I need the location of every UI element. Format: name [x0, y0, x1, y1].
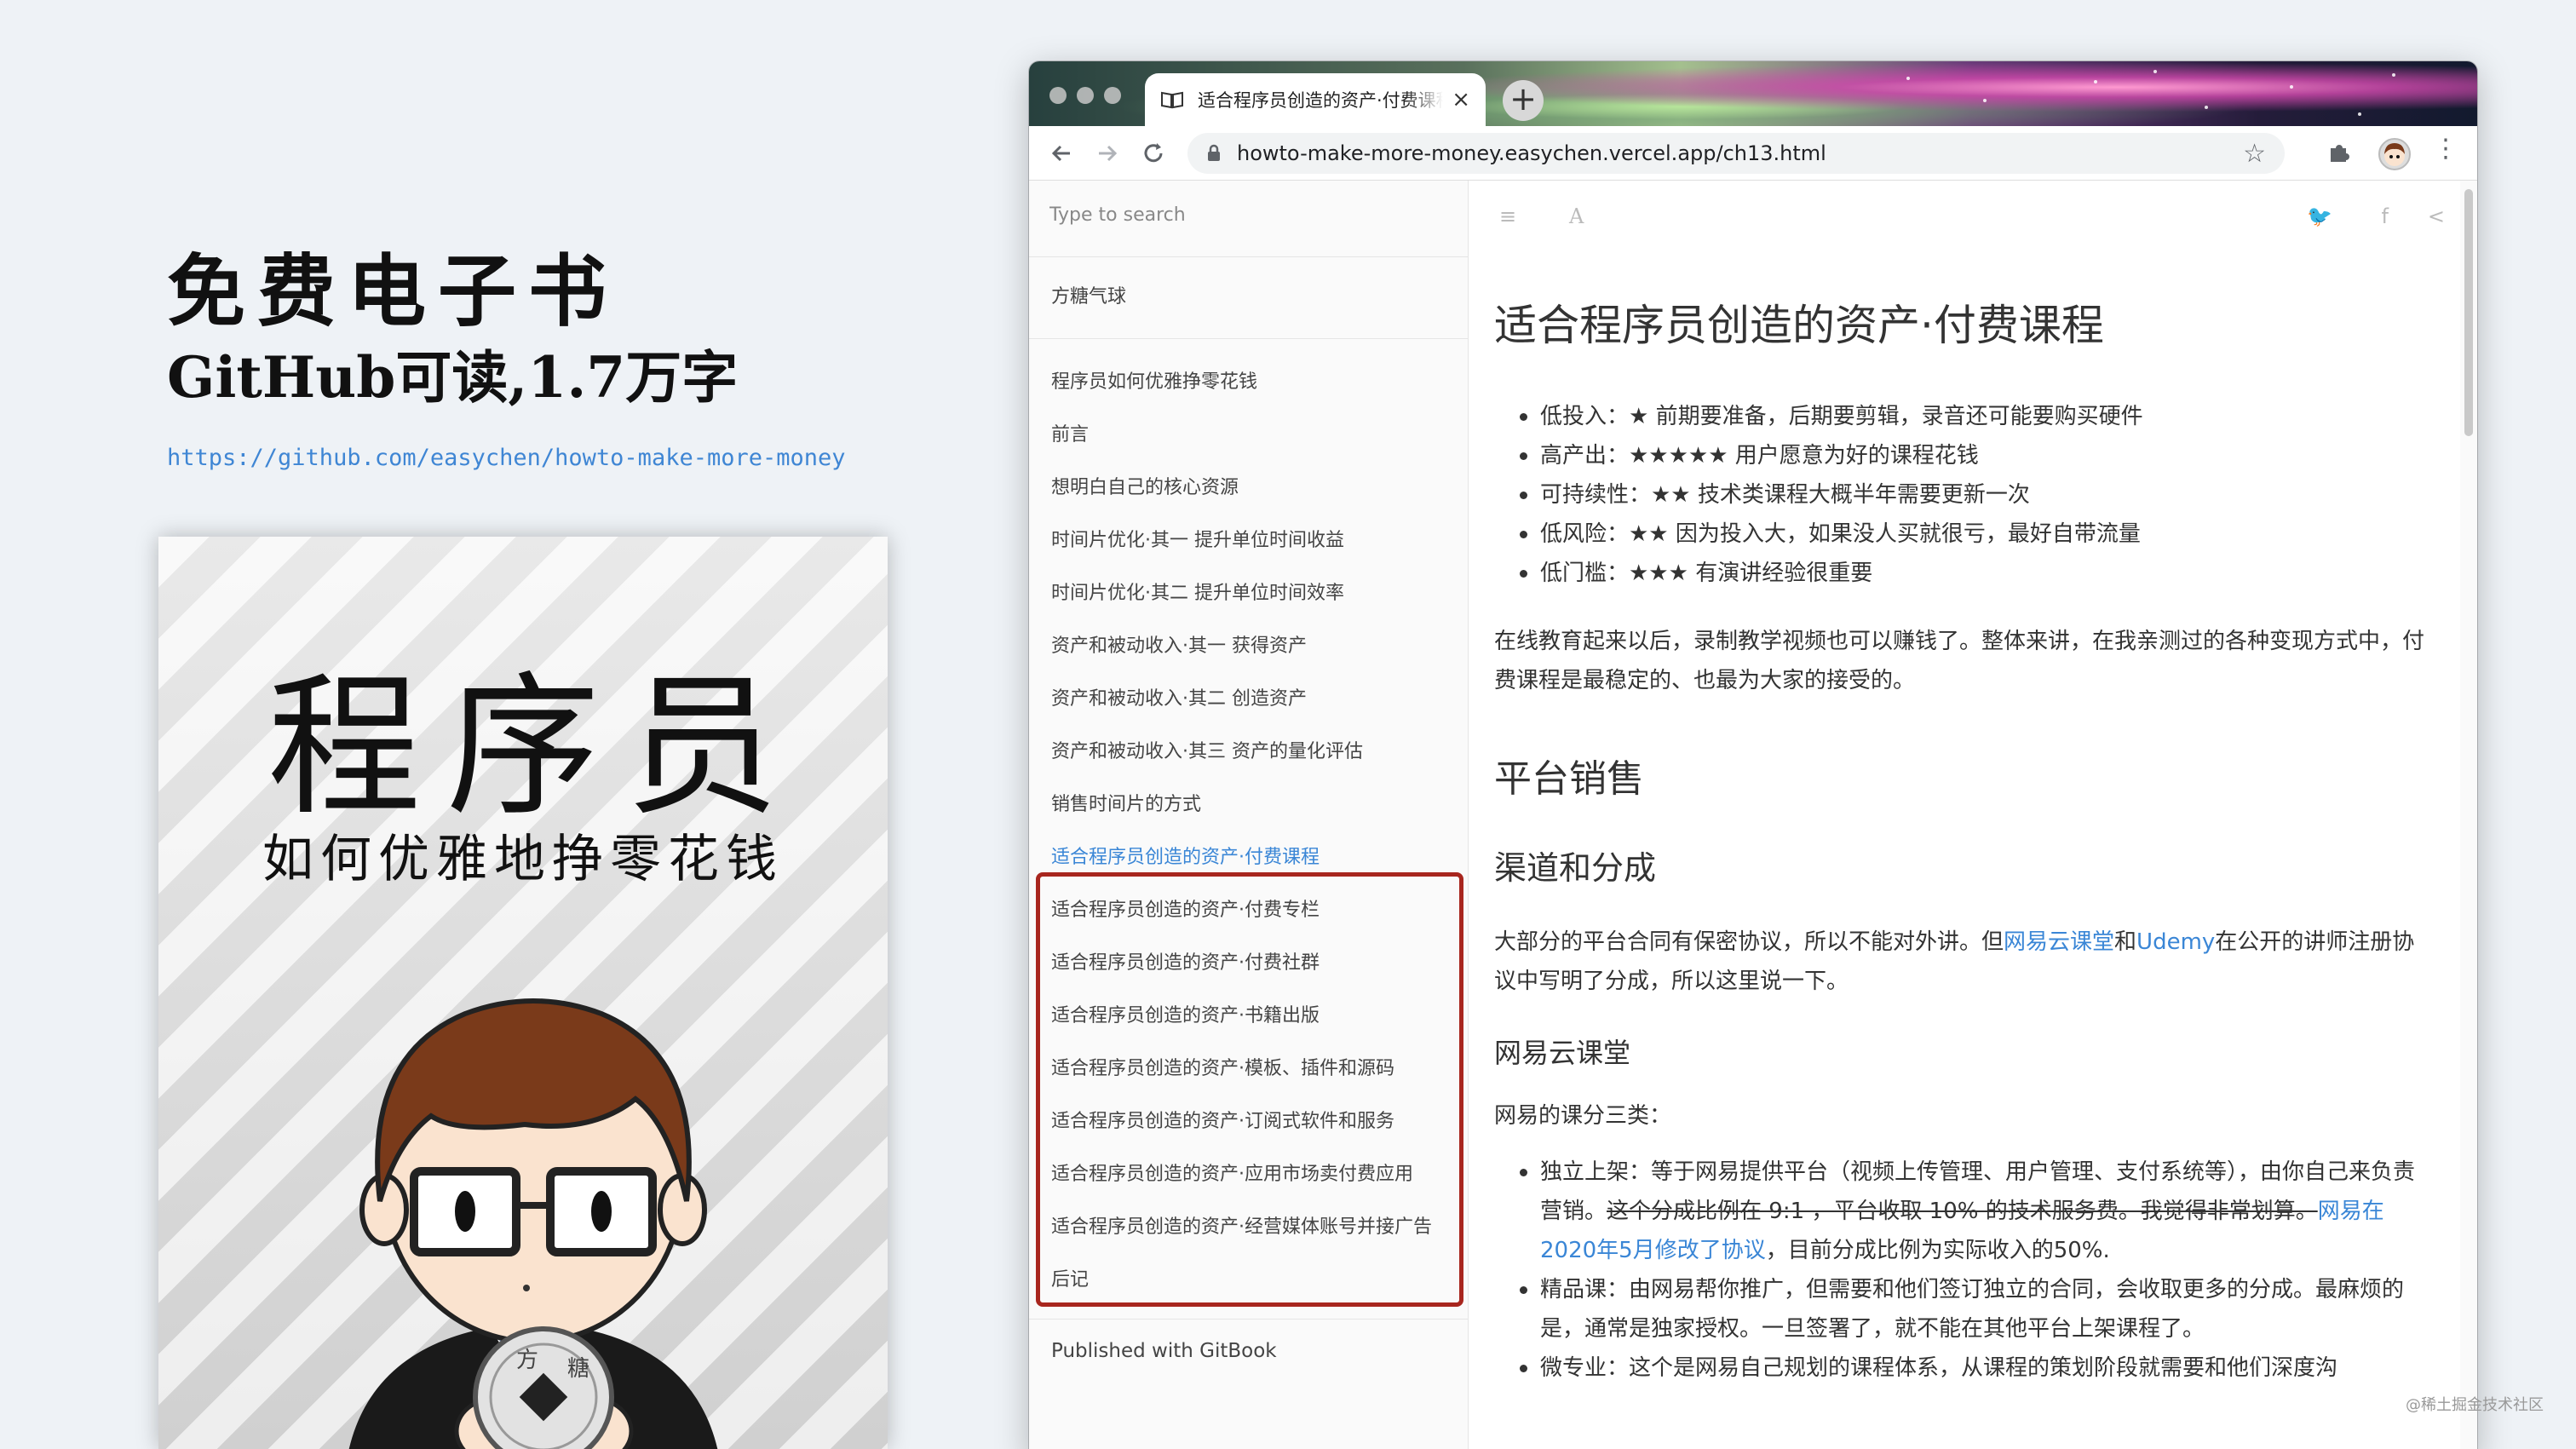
netease-link[interactable]: 网易云课堂	[2004, 929, 2114, 955]
sidebar-item[interactable]: 程序员如何优雅挣零花钱	[1051, 356, 1446, 409]
sidebar-item[interactable]: 销售时间片的方式	[1051, 779, 1446, 831]
sidebar-item[interactable]: 资产和被动收入·其三 资产的量化评估	[1051, 726, 1446, 779]
list-item: 低风险：★★ 因为投入大，如果没人买就很亏，最好自带流量	[1520, 515, 2435, 554]
browser-menu-icon[interactable]: ⋮	[2433, 136, 2458, 162]
channel-paragraph: 大部分的平台合同有保密协议，所以不能对外讲。但网易云课堂和Udemy在公开的讲师…	[1494, 923, 2435, 1001]
back-arrow-icon[interactable]	[1046, 138, 1077, 169]
sidebar-top-section: 方糖气球	[1029, 257, 1468, 339]
tab-active[interactable]: 适合程序员创造的资产·付费课程 ×	[1145, 73, 1486, 126]
browser-window: 适合程序员创造的资产·付费课程 × + howto-make-more-mone…	[1029, 61, 2477, 1449]
course-types-list: 独立上架：等于网易提供平台（视频上传管理、用户管理、支付系统等），由你自己来负责…	[1494, 1153, 2435, 1388]
reload-icon[interactable]	[1138, 138, 1169, 169]
minimize-window-button[interactable]	[1077, 87, 1094, 104]
rating-list: 低投入：★ 前期要准备，后期要剪辑，录音还可能要购买硬件 高产出：★★★★★ 用…	[1494, 397, 2435, 593]
forward-arrow-icon[interactable]	[1092, 138, 1123, 169]
published-with-gitbook-link[interactable]: Published with GitBook	[1029, 1320, 1468, 1383]
book-subtitle: 如何优雅地挣零花钱	[262, 830, 784, 889]
address-bar[interactable]: howto-make-more-money.easychen.vercel.ap…	[1187, 133, 2285, 174]
scrollbar-thumb[interactable]	[2464, 189, 2473, 436]
page-scrollbar[interactable]	[2460, 181, 2477, 1449]
promo-title: 免费电子书	[167, 245, 619, 337]
font-settings-icon[interactable]: A	[1569, 204, 1584, 228]
sidebar-item-active[interactable]: 适合程序员创造的资产·付费课程	[1051, 831, 1446, 884]
tab-bar: 适合程序员创造的资产·付费课程 × +	[1029, 61, 2477, 126]
sidebar-item[interactable]: 时间片优化·其二 提升单位时间效率	[1051, 567, 1446, 620]
tab-title: 适合程序员创造的资产·付费课程	[1198, 90, 1444, 111]
list-item: 可持续性：★★ 技术类课程大概半年需要更新一次	[1520, 475, 2435, 515]
list-item: 低门槛：★★★ 有演讲经验很重要	[1520, 554, 2435, 593]
new-tab-button[interactable]: +	[1503, 80, 1544, 121]
coin-char-right: 糖	[567, 1356, 589, 1382]
text-span: ，目前分成比例为实际收入的50%.	[1765, 1238, 2110, 1263]
sidebar-item-afterword[interactable]: 后记	[1051, 1254, 1446, 1307]
sidebar-item[interactable]: 适合程序员创造的资产·模板、插件和源码	[1051, 1043, 1446, 1095]
sidebar-item[interactable]: 适合程序员创造的资产·书籍出版	[1051, 990, 1446, 1043]
book-title: 程序员	[267, 658, 804, 837]
bookmark-star-icon[interactable]: ☆	[2243, 139, 2266, 169]
facebook-icon[interactable]: f	[2382, 204, 2389, 228]
netease-heading: 网易云课堂	[1494, 1037, 1631, 1069]
puzzle-extension-icon[interactable]	[2324, 138, 2355, 169]
article-title: 适合程序员创造的资产·付费课程	[1494, 301, 2104, 350]
sidebar-item[interactable]: 适合程序员创造的资产·付费专栏	[1051, 884, 1446, 937]
book-cover: 程序员 如何优雅地挣零花钱 方 糖	[158, 537, 888, 1449]
coin-char-top: 方	[516, 1348, 538, 1373]
list-item: 微专业：这个是网易自己规划的课程体系，从课程的策划阶段就需要和他们深度沟	[1520, 1348, 2435, 1388]
cartoon-programmer-illustration: 方 糖	[348, 998, 718, 1449]
profile-avatar[interactable]	[2378, 138, 2411, 170]
close-window-button[interactable]	[1049, 87, 1067, 104]
url-text: howto-make-more-money.easychen.vercel.ap…	[1237, 141, 1826, 165]
tab-close-button[interactable]: ×	[1452, 89, 1470, 111]
strikethrough-text: 这个分成比例在 9:1 ，平台收取 10% 的技术服务费。我觉得非常划算。	[1607, 1199, 2318, 1224]
subsection-heading: 渠道和分成	[1494, 849, 1657, 887]
list-item: 低投入：★ 前期要准备，后期要剪辑，录音还可能要购买硬件	[1520, 397, 2435, 436]
avatar-face-icon	[2384, 143, 2405, 166]
page-viewport: 方糖气球 程序员如何优雅挣零花钱 前言 想明白自己的核心资源 时间片优化·其一 …	[1029, 181, 2477, 1449]
sidebar-item[interactable]: 前言	[1051, 409, 1446, 462]
sidebar-item[interactable]: 适合程序员创造的资产·应用市场卖付费应用	[1051, 1148, 1446, 1201]
list-item: 高产出：★★★★★ 用户愿意为好的课程花钱	[1520, 436, 2435, 475]
text-span: 大部分的平台合同有保密协议，所以不能对外讲。但	[1494, 929, 2004, 955]
main-content: ≡ A 🐦 f < 适合程序员创造的资产·付费课程 低投入：★ 前期要准备，后期…	[1469, 181, 2460, 1449]
page-header: ≡ A 🐦 f <	[1469, 181, 2460, 249]
intro-paragraph: 在线教育起来以后，录制教学视频也可以赚钱了。整体来讲，在我亲测过的各种变现方式中…	[1494, 629, 2425, 693]
search-box	[1029, 181, 1468, 257]
list-item: 精品课：由网易帮你推广，但需要和他们签订独立的合同，会收取更多的分成。最麻烦的是…	[1520, 1270, 2435, 1348]
sidebar-item[interactable]: 资产和被动收入·其一 获得资产	[1051, 620, 1446, 673]
search-input[interactable]	[1049, 204, 1447, 226]
course-types-paragraph: 网易的课分三类：	[1494, 1103, 1672, 1129]
lock-icon	[1208, 144, 1220, 161]
maximize-window-button[interactable]	[1104, 87, 1121, 104]
list-item: 独立上架：等于网易提供平台（视频上传管理、用户管理、支付系统等），由你自己来负责…	[1520, 1153, 2435, 1270]
udemy-link[interactable]: Udemy	[2136, 929, 2215, 955]
promo-subtitle: GitHub可读,1.7万字	[167, 344, 739, 411]
sidebar-item[interactable]: 适合程序员创造的资产·付费社群	[1051, 937, 1446, 990]
text-span: 和	[2114, 929, 2137, 955]
watermark: @稀土掘金技术社区	[2406, 1396, 2544, 1414]
section-heading: 平台销售	[1494, 757, 1644, 801]
sidebar-item[interactable]: 适合程序员创造的资产·经营媒体账号并接广告	[1051, 1201, 1446, 1254]
sidebar-item-fangtang[interactable]: 方糖气球	[1051, 271, 1446, 324]
browser-toolbar: howto-make-more-money.easychen.vercel.ap…	[1029, 126, 2477, 181]
sidebar-item[interactable]: 想明白自己的核心资源	[1051, 462, 1446, 515]
sidebar-chapters: 程序员如何优雅挣零花钱 前言 想明白自己的核心资源 时间片优化·其一 提升单位时…	[1029, 339, 1468, 1320]
toc-toggle-icon[interactable]: ≡	[1499, 204, 1516, 228]
share-icon[interactable]: <	[2428, 204, 2445, 228]
book-icon	[1161, 91, 1183, 109]
twitter-icon[interactable]: 🐦	[2307, 204, 2332, 228]
github-link[interactable]: https://github.com/easychen/howto-make-m…	[167, 445, 846, 471]
book-sidebar: 方糖气球 程序员如何优雅挣零花钱 前言 想明白自己的核心资源 时间片优化·其一 …	[1029, 181, 1469, 1449]
article-body: 适合程序员创造的资产·付费课程 低投入：★ 前期要准备，后期要剪辑，录音还可能要…	[1469, 249, 2460, 1388]
sidebar-item[interactable]: 适合程序员创造的资产·订阅式软件和服务	[1051, 1095, 1446, 1148]
sidebar-item[interactable]: 资产和被动收入·其二 创造资产	[1051, 673, 1446, 726]
sidebar-item[interactable]: 时间片优化·其一 提升单位时间收益	[1051, 515, 1446, 567]
